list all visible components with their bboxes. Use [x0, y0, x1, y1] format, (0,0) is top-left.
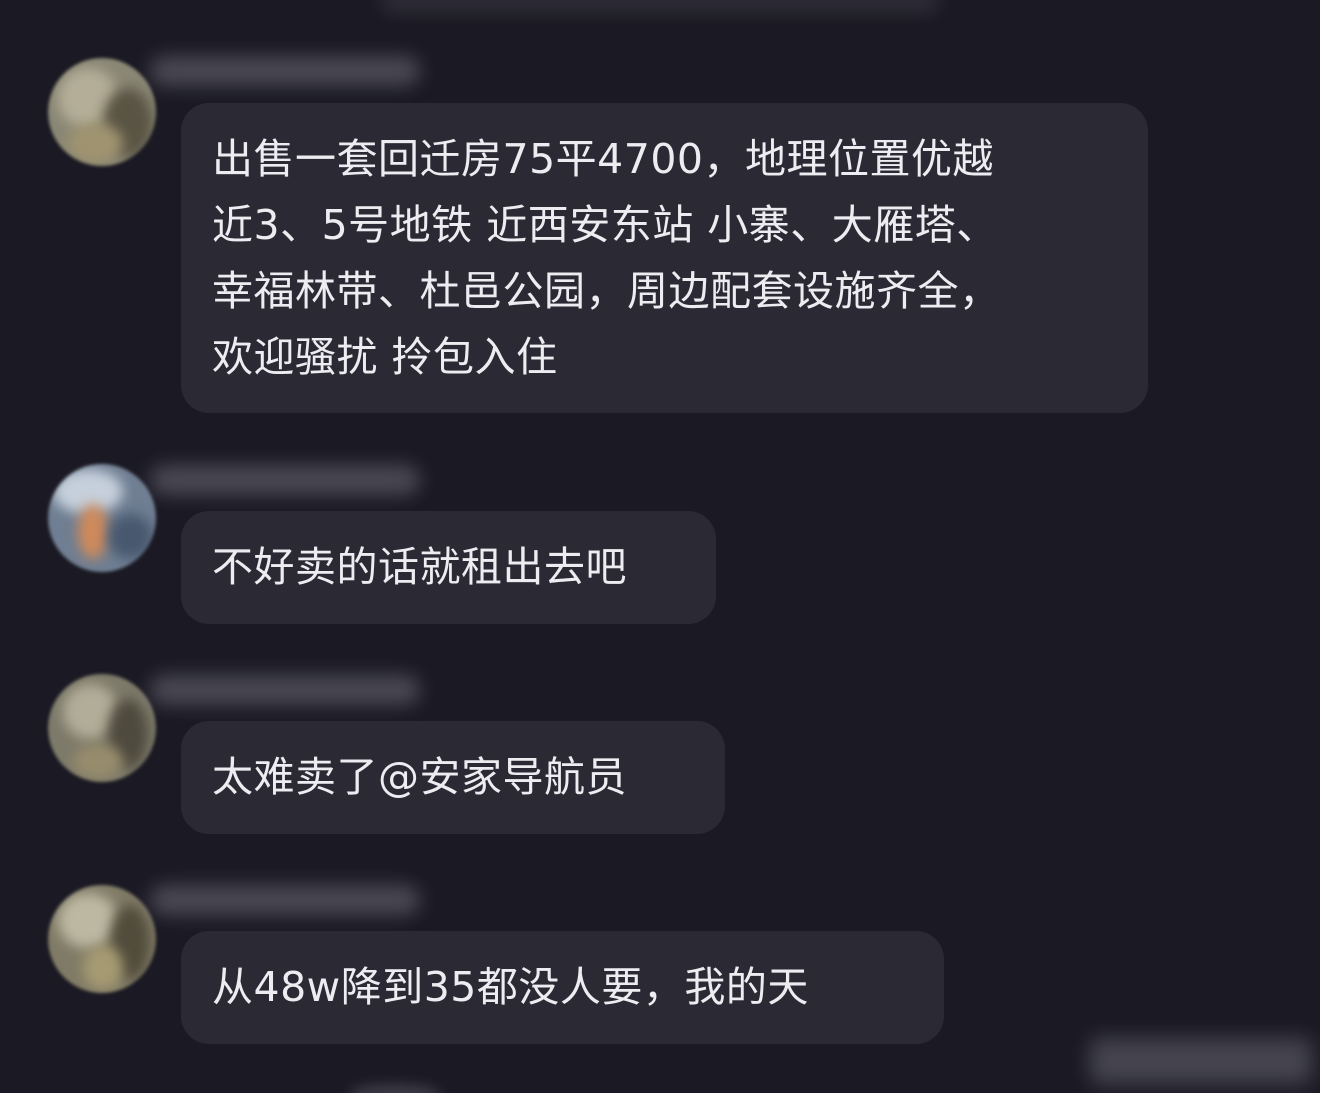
previous-message-remnant: [380, 0, 940, 14]
sender-name-redacted: [150, 56, 420, 86]
message-text-line: 欢迎骚扰 拎包入住: [212, 333, 558, 381]
message-text-line: 近3、5号地铁 近西安东站 小寨、大雁塔、: [212, 201, 998, 249]
message-text-line: 出售一套回迁房75平4700，地理位置优越: [212, 135, 995, 183]
watermark-redacted: [1090, 1038, 1312, 1084]
sender-name-redacted: [150, 465, 420, 495]
message-text-line: 从48w降到35都没人要，我的天: [212, 963, 809, 1011]
message-text-line: 幸福林带、杜邑公园，周边配套设施齐全，: [212, 267, 1001, 315]
message-bubble[interactable]: 从48w降到35都没人要，我的天: [181, 931, 944, 1044]
next-message-remnant: [350, 1084, 440, 1093]
message-bubble[interactable]: 太难卖了@安家导航员: [181, 721, 725, 834]
message-bubble[interactable]: 出售一套回迁房75平4700，地理位置优越 近3、5号地铁 近西安东站 小寨、大…: [181, 103, 1148, 413]
avatar[interactable]: [48, 58, 156, 166]
avatar[interactable]: [48, 464, 156, 572]
avatar[interactable]: [48, 885, 156, 993]
sender-name-redacted: [150, 675, 420, 705]
message-text-line: 不好卖的话就租出去吧: [212, 543, 627, 591]
message-bubble[interactable]: 不好卖的话就租出去吧: [181, 511, 716, 624]
sender-name-redacted: [150, 885, 420, 915]
chat-screen: 出售一套回迁房75平4700，地理位置优越 近3、5号地铁 近西安东站 小寨、大…: [0, 0, 1320, 1093]
message-text-line: 太难卖了@安家导航员: [212, 753, 627, 801]
avatar[interactable]: [48, 674, 156, 782]
